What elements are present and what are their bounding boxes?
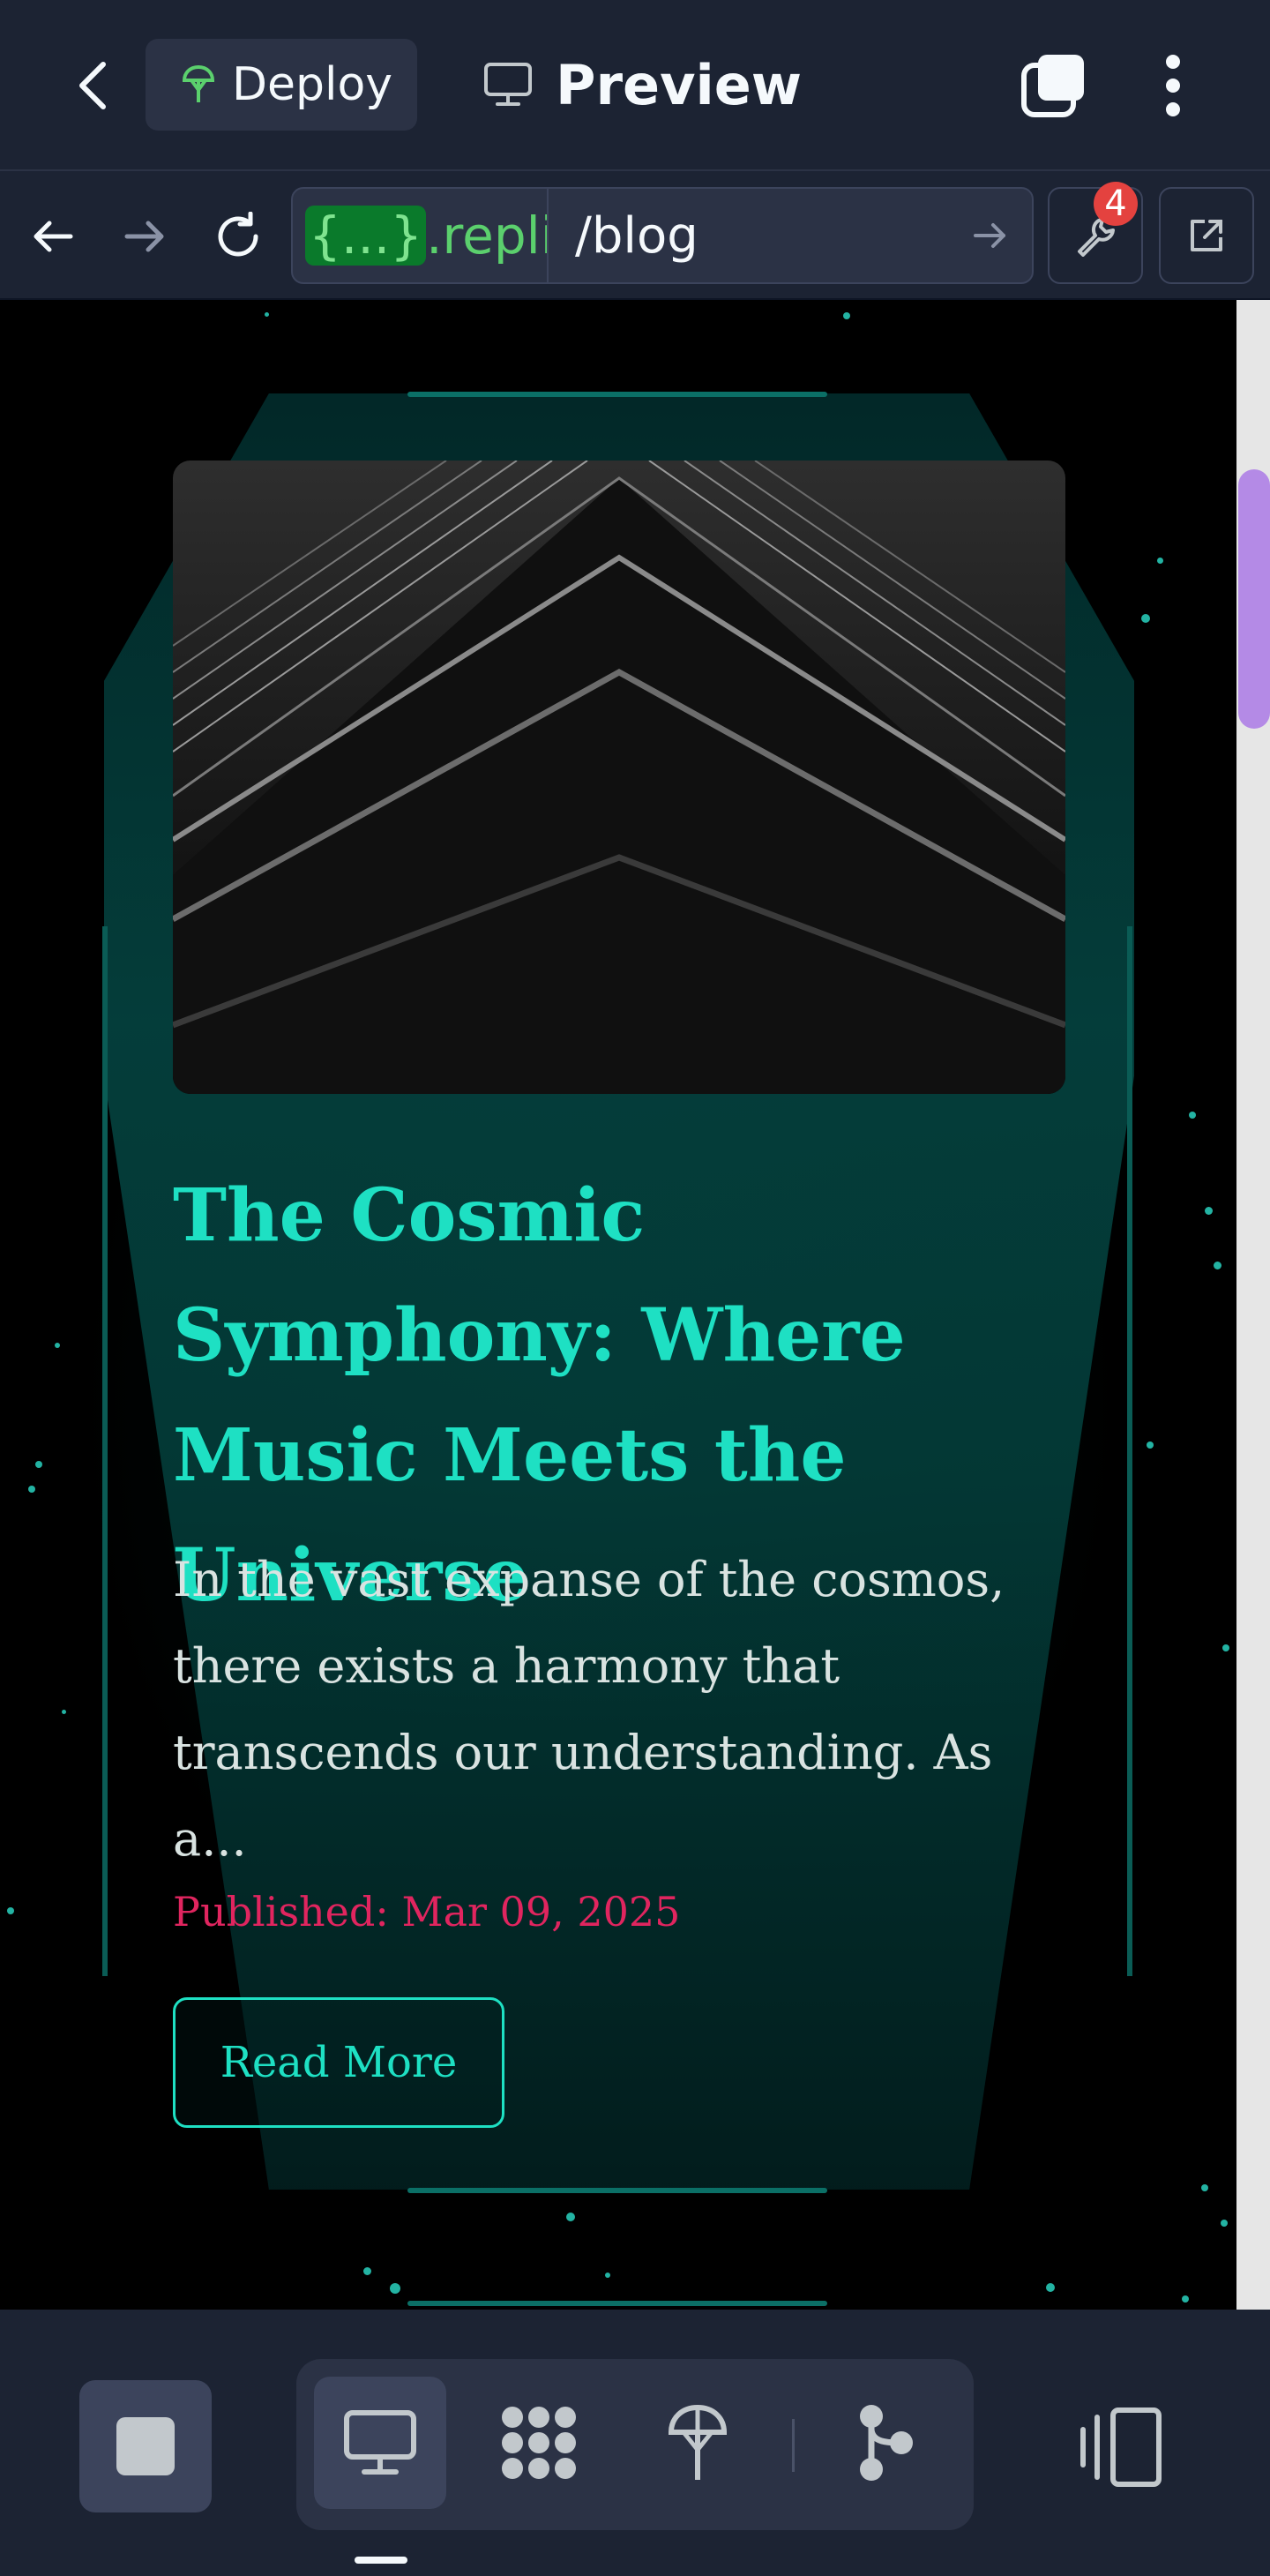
url-path-input[interactable]: /blog [575,189,698,282]
external-link-icon [1191,220,1222,251]
card-rim [407,392,827,397]
monitor-icon [484,63,532,106]
tool-git[interactable] [818,2377,951,2509]
stop-button[interactable] [79,2380,212,2512]
star [390,2283,400,2294]
browser-toolbar: {...} .replit /blog 4 [0,173,1270,300]
open-external-button[interactable] [1159,187,1254,284]
post-excerpt: In the vast expanse of the cosmos, there… [173,1552,1005,1867]
deploy-icon [182,64,215,102]
reload-icon [218,212,258,257]
stop-icon [116,2417,175,2475]
tool-switcher [296,2359,974,2530]
star [55,1343,60,1348]
star [363,2267,371,2275]
star [1205,1207,1213,1215]
top-app-bar: Deploy Preview [0,0,1270,171]
preview-tab[interactable]: Preview [483,44,802,125]
reload-button[interactable] [210,208,266,265]
url-bar[interactable]: {...} .replit /blog [291,187,1034,284]
card-rim [102,926,108,1976]
home-indicator [355,2557,407,2564]
web-preview: The Cosmic Symphony: Where Music Meets t… [0,300,1236,2310]
more-icon [1166,55,1180,69]
read-more-button[interactable]: Read More [173,1997,504,2128]
post-cover-image[interactable] [173,461,1065,1094]
deploy-button[interactable]: Deploy [146,39,417,131]
devtools-button[interactable]: 4 [1048,182,1143,284]
star [1222,1644,1229,1651]
layout-icon[interactable] [1078,2405,1166,2490]
star [1141,614,1150,623]
tool-preview[interactable] [314,2377,446,2509]
divider [792,2419,795,2472]
star [62,1710,66,1714]
preview-label: Preview [556,52,803,117]
chevron-left-icon [79,62,106,109]
star [1201,2184,1208,2191]
url-host: {...} .replit [293,189,549,282]
star [28,1486,35,1493]
arrow-left-icon [34,221,73,252]
building-image [173,461,1065,1094]
card-rim [407,2188,827,2193]
back-button[interactable] [62,48,123,124]
star [843,312,850,319]
star [605,2273,610,2278]
star [35,1461,42,1468]
star [1157,558,1163,564]
star [566,2213,575,2221]
more-options-button[interactable] [1147,46,1199,125]
star [1147,1442,1154,1449]
url-braces: {...} [305,206,427,266]
deploy-icon [668,2404,728,2480]
go-arrow-icon[interactable] [970,215,1011,256]
star [7,1907,14,1914]
notification-badge: 4 [1094,182,1138,226]
card-rim [1127,926,1132,1976]
star [265,312,269,317]
next-card-rim [407,2301,827,2306]
scrollbar-thumb[interactable] [1238,469,1270,729]
star [1046,2283,1055,2292]
tabs-icon[interactable] [1019,49,1089,120]
post-date: Published: Mar 09, 2025 [173,1888,681,1936]
browser-back-button[interactable] [25,208,81,265]
star [1189,1112,1196,1119]
tool-deployments[interactable] [631,2377,764,2509]
url-domain: .replit [426,206,547,266]
deploy-label: Deploy [232,58,393,111]
bottom-toolbar [0,2310,1270,2576]
git-icon [860,2405,913,2481]
monitor-icon [344,2410,416,2475]
arrow-right-icon [124,221,164,252]
star [1221,2220,1228,2227]
browser-forward-button[interactable] [116,208,173,265]
shapes-icon [502,2407,576,2479]
star [1182,2295,1189,2303]
star [1214,1262,1221,1269]
tool-workspace[interactable] [473,2377,605,2509]
